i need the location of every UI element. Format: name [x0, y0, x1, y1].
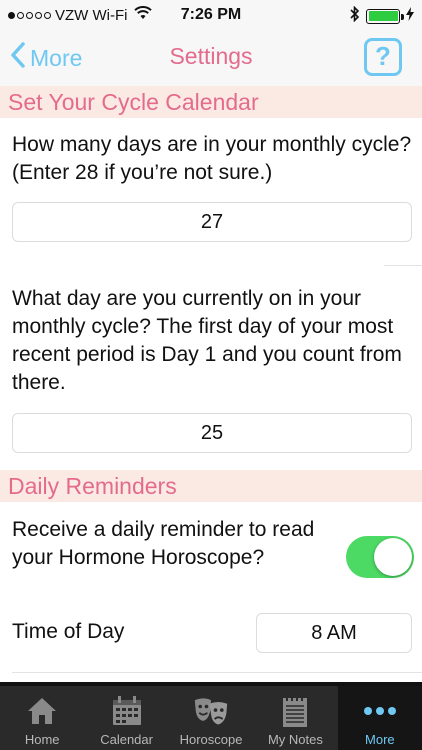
- calendar-icon: [109, 694, 145, 728]
- section-header-cycle: Set Your Cycle Calendar: [0, 86, 422, 118]
- tab-horoscope[interactable]: Horoscope: [169, 686, 253, 750]
- tab-label: Home: [24, 732, 60, 747]
- tab-label: Calendar: [100, 732, 153, 747]
- navigation-bar: More Settings ?: [0, 30, 422, 86]
- cycle-length-question: How many days are in your monthly cycle?…: [12, 133, 412, 184]
- tab-home[interactable]: Home: [0, 686, 84, 750]
- status-right: [350, 5, 414, 26]
- tab-more[interactable]: More: [337, 686, 422, 750]
- current-day-field[interactable]: 25: [12, 413, 412, 453]
- daily-reminder-toggle[interactable]: [346, 536, 414, 578]
- divider: [384, 265, 422, 266]
- charging-icon: [406, 7, 414, 25]
- tab-my-notes[interactable]: My Notes: [253, 686, 337, 750]
- section-header-reminders: Daily Reminders: [0, 470, 422, 502]
- current-day-question: What day are you currently on in your mo…: [12, 287, 402, 394]
- back-button[interactable]: More: [10, 42, 82, 74]
- tab-label: My Notes: [267, 732, 323, 747]
- tab-bar: Home Calendar Horoscope My Notes More: [0, 682, 422, 750]
- masks-icon: [193, 694, 229, 728]
- home-icon: [24, 694, 60, 728]
- bluetooth-icon: [350, 5, 360, 26]
- battery-icon: [366, 8, 404, 24]
- divider: [12, 672, 422, 673]
- time-of-day-label: Time of Day: [12, 620, 125, 643]
- tab-label: Horoscope: [179, 732, 243, 747]
- back-label: More: [30, 44, 83, 71]
- tab-label: More: [365, 732, 395, 747]
- more-dots-icon: [362, 694, 398, 728]
- toggle-knob: [374, 538, 412, 576]
- status-bar: VZW Wi-Fi 7:26 PM: [0, 0, 422, 30]
- daily-reminder-label: Receive a daily reminder to read your Ho…: [12, 518, 315, 569]
- tab-calendar[interactable]: Calendar: [84, 686, 168, 750]
- cycle-length-field[interactable]: 27: [12, 202, 412, 242]
- help-button[interactable]: ?: [364, 38, 402, 76]
- time-of-day-field[interactable]: 8 AM: [256, 613, 412, 653]
- chevron-left-icon: [10, 42, 26, 74]
- notepad-icon: [277, 694, 313, 728]
